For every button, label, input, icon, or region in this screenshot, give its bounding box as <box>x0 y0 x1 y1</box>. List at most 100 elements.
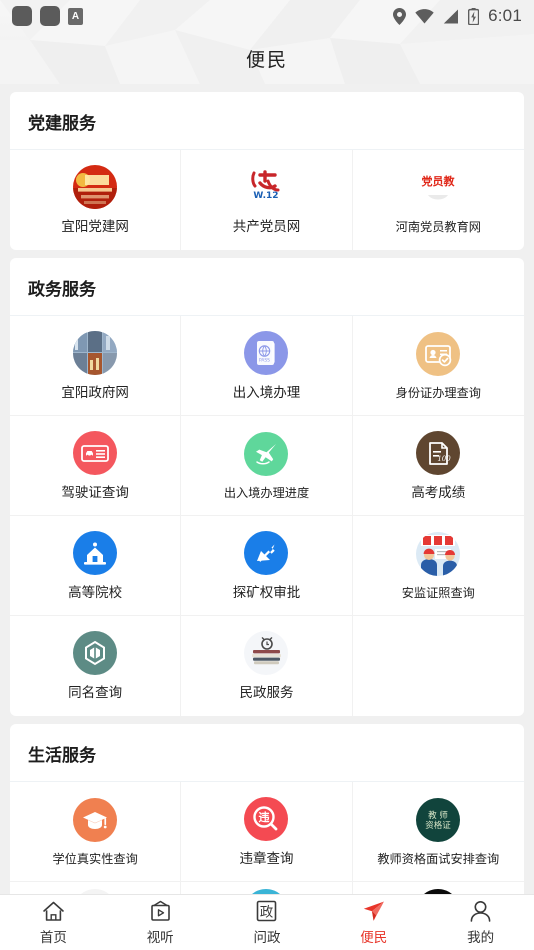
tab-government-inquiry[interactable]: 政 问政 <box>214 895 321 950</box>
svg-text:政: 政 <box>260 905 274 921</box>
tab-label: 便民 <box>360 930 388 946</box>
grid-item-label: 安监证照查询 <box>401 585 475 600</box>
grid-item-exit-entry-processing[interactable]: PASS 出入境办理 <box>181 316 353 416</box>
grid-item-label: 宜阳政府网 <box>61 384 129 401</box>
grid-item-label: 教师资格面试安排查询 <box>377 851 500 866</box>
safety-workers-icon <box>416 531 461 576</box>
signal-icon <box>443 9 459 23</box>
grid-item-label: 违章查询 <box>239 850 294 867</box>
grid-item-teacher-certificate-interview[interactable]: 教 师 资格证 教师资格面试安排查询 <box>352 782 524 882</box>
grid-item-label: 出入境办理 <box>232 384 301 401</box>
tab-label: 问政 <box>253 930 281 946</box>
page-header: 便民 <box>0 32 534 84</box>
bottom-navigation-bar: 首页 视听 政 问政 便民 我的 <box>0 894 534 950</box>
grid-item-label: 驾驶证查询 <box>61 484 129 501</box>
government-box-icon: 政 <box>257 900 277 922</box>
grid-item-higher-education[interactable]: 高等院校 <box>10 516 182 616</box>
grid-item-driver-license-query[interactable]: 驾驶证查询 <box>10 416 182 516</box>
grid-item-label: 学位真实性查询 <box>52 851 138 866</box>
tab-label: 首页 <box>39 930 67 946</box>
home-icon <box>43 901 64 921</box>
section-title: 政务服务 <box>10 258 524 316</box>
graduation-cap-circle-icon <box>73 797 118 842</box>
grid-item-label: 同名查询 <box>68 685 123 702</box>
grid-item-yiyang-party[interactable]: 宜阳党建网 <box>10 150 182 250</box>
books-clock-icon <box>244 631 289 676</box>
tab-label: 我的 <box>467 930 495 946</box>
tab-profile[interactable]: 我的 <box>427 895 534 950</box>
grid-item-label: 河南党员教育网 <box>395 220 481 235</box>
grid-item-henan-party-education[interactable]: 党员教 河南党员教育网 <box>353 150 524 250</box>
location-pin-icon <box>393 7 407 25</box>
communist-party-member-logo-icon: W.12 <box>243 164 290 211</box>
grid-item-label: 高等院校 <box>68 584 123 601</box>
grid-item-label: 高考成绩 <box>411 484 466 501</box>
status-bar-left-icons: A <box>12 6 83 26</box>
grid-item-label: 共产党员网 <box>232 219 301 236</box>
paper-plane-icon <box>364 901 385 921</box>
grid-item-yiyang-government[interactable]: 宜阳政府网 <box>10 316 182 416</box>
henan-party-education-logo-icon: 党员教 <box>415 165 462 212</box>
tab-home[interactable]: 首页 <box>0 895 107 950</box>
grid-item-gaokao-score[interactable]: 100 高考成绩 <box>352 416 524 516</box>
grid-item-safety-license-query[interactable]: 安监证照查询 <box>352 516 524 616</box>
grid-item-mining-rights-approval[interactable]: 探矿权审批 <box>181 516 353 616</box>
grid-item-violation-query[interactable]: 违 违章查询 <box>181 782 353 882</box>
id-card-check-icon <box>416 331 461 376</box>
wifi-icon <box>415 8 434 23</box>
app-badge-square-icon <box>40 6 60 26</box>
grid-item-blue-card[interactable] <box>181 882 353 894</box>
yiyang-party-logo-icon <box>73 165 118 210</box>
svg-text:W.12: W.12 <box>254 191 279 201</box>
section-title: 党建服务 <box>10 92 524 150</box>
exam-score-icon: 100 <box>416 430 461 475</box>
violation-search-icon: 违 <box>244 796 289 841</box>
tab-label: 视听 <box>146 930 174 946</box>
grid-item-communist-party-member[interactable]: W.12 共产党员网 <box>181 150 353 250</box>
section-card-government-services: 政务服务 宜阳政府网 PASS 出入境办理 身份证办理查询 驾驶证查询 出入境办… <box>10 258 524 716</box>
svg-text:党员教: 党员教 <box>422 174 456 188</box>
svg-text:100: 100 <box>438 455 452 463</box>
airplane-icon <box>244 431 289 476</box>
grid-item-label: 出入境办理进度 <box>223 485 310 500</box>
battery-charging-icon <box>468 7 480 25</box>
app-badge-square-icon <box>12 6 32 26</box>
content-scroll-area[interactable]: 党建服务 宜阳党建网 W.12 共产党员网 党员教 河南党员教育网 政务服务 宜… <box>0 84 534 894</box>
svg-text:违: 违 <box>259 810 270 824</box>
svg-text:资格证: 资格证 <box>426 820 452 831</box>
section-grid: 宜阳党建网 W.12 共产党员网 党员教 河南党员教育网 <box>10 150 524 250</box>
passport-icon: PASS <box>244 330 289 375</box>
university-icon <box>73 530 118 575</box>
section-grid: 宜阳政府网 PASS 出入境办理 身份证办理查询 驾驶证查询 出入境办理进度 1… <box>10 316 524 716</box>
mining-approval-icon <box>244 530 289 575</box>
section-title: 生活服务 <box>10 724 524 782</box>
status-bar-right-icons: 6:01 <box>393 6 522 26</box>
tab-convenience-services[interactable]: 便民 <box>320 895 427 950</box>
section-card-party-building: 党建服务 宜阳党建网 W.12 共产党员网 党员教 河南党员教育网 <box>10 92 524 250</box>
svg-text:PASS: PASS <box>260 357 271 363</box>
person-icon <box>470 901 491 922</box>
grid-item-degree-verification[interactable]: 学位真实性查询 <box>10 782 182 882</box>
city-photo-icon <box>73 330 118 375</box>
status-bar-clock: 6:01 <box>488 6 522 25</box>
svg-text:教 师: 教 师 <box>428 810 448 821</box>
section-grid: 学位真实性查询 违 违章查询 教 师 资格证 教师资格面试安排查询 <box>10 782 524 894</box>
grid-item-civil-affairs-services[interactable]: 民政服务 <box>181 616 353 716</box>
grid-item-exit-entry-progress[interactable]: 出入境办理进度 <box>181 416 353 516</box>
grid-item-same-name-query[interactable]: 同名查询 <box>10 616 182 716</box>
grid-item-label: 身份证办理查询 <box>395 385 481 400</box>
grid-item-green-logo[interactable] <box>353 882 524 894</box>
teacher-certificate-icon: 教 师 资格证 <box>416 797 461 842</box>
status-bar: A 6:01 <box>0 0 534 32</box>
tab-video[interactable]: 视听 <box>107 895 214 950</box>
driver-license-icon <box>73 430 118 475</box>
grid-item-label: 探矿权审批 <box>232 584 301 601</box>
page-title: 便民 <box>245 48 288 71</box>
grid-item-id-card-query[interactable]: 身份证办理查询 <box>352 316 524 416</box>
tv-play-icon <box>150 900 170 921</box>
hexagon-shield-icon <box>73 631 118 676</box>
grid-item-graduation-photo[interactable] <box>10 882 182 894</box>
letter-a-badge-icon: A <box>68 7 83 25</box>
grid-item-empty <box>353 616 524 716</box>
grid-item-label: 民政服务 <box>239 685 294 702</box>
